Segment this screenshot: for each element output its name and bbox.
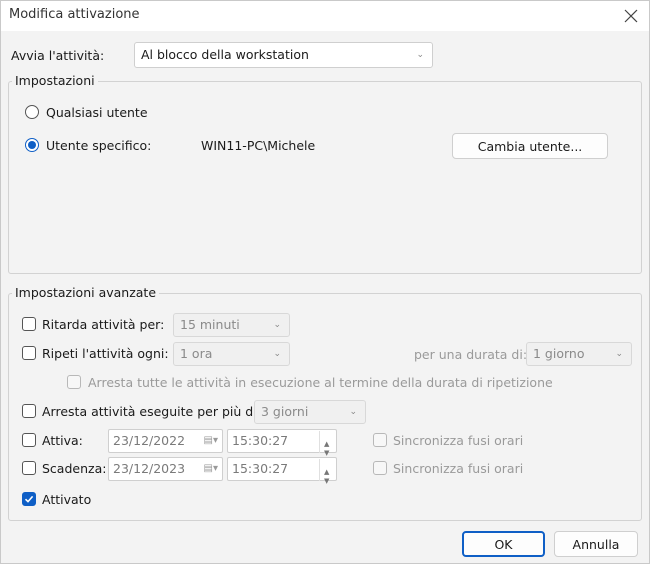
activate-sync-timezone-checkbox[interactable]	[373, 433, 387, 447]
stop-longer-select-value: 3 giorni	[261, 404, 309, 419]
repeat-checkbox[interactable]	[22, 346, 36, 360]
enabled-checkbox[interactable]	[22, 492, 36, 506]
activate-label: Attiva:	[42, 433, 83, 448]
expire-sync-timezone-checkbox[interactable]	[373, 461, 387, 475]
stop-longer-label: Arresta attività eseguite per più di:	[42, 404, 261, 419]
spin-down-icon: ▼	[324, 477, 330, 485]
delay-select-value: 15 minuti	[180, 317, 240, 332]
trigger-select-value: Al blocco della workstation	[141, 47, 309, 62]
activate-date-value: 23/12/2022	[113, 433, 186, 448]
stop-longer-checkbox[interactable]	[22, 404, 36, 418]
close-icon	[624, 9, 638, 23]
expire-sync-timezone-label: Sincronizza fusi orari	[393, 461, 524, 476]
chevron-down-icon: ⌄	[273, 349, 281, 359]
change-user-button[interactable]: Cambia utente...	[452, 133, 608, 159]
stop-all-label: Arresta tutte le attività in esecuzione …	[88, 375, 553, 390]
activate-time-value: 15:30:27	[232, 433, 289, 448]
repeat-label: Ripeti l'attività ogni:	[42, 346, 169, 361]
calendar-icon: ▤▾	[203, 463, 218, 474]
chevron-down-icon: ⌄	[349, 407, 357, 417]
chevron-down-icon: ⌄	[273, 320, 281, 330]
repeat-select[interactable]: 1 ora ⌄	[173, 342, 290, 366]
time-spinner[interactable]: ▲ ▼	[319, 431, 335, 457]
any-user-radio[interactable]	[25, 105, 39, 119]
activate-date-picker[interactable]: 23/12/2022 ▤▾	[108, 429, 223, 453]
chevron-down-icon: ⌄	[416, 50, 424, 60]
expire-date-value: 23/12/2023	[113, 461, 186, 476]
title-bar: Modifica attivazione	[1, 1, 649, 31]
time-spinner[interactable]: ▲ ▼	[319, 459, 335, 485]
activate-sync-timezone-label: Sincronizza fusi orari	[393, 433, 524, 448]
expire-time-field[interactable]: 15:30:27 ▲ ▼	[227, 457, 337, 485]
any-user-label: Qualsiasi utente	[46, 105, 148, 120]
delay-checkbox[interactable]	[22, 317, 36, 331]
chevron-down-icon: ⌄	[615, 349, 623, 359]
trigger-select[interactable]: Al blocco della workstation ⌄	[134, 42, 433, 68]
delay-label: Ritarda attività per:	[42, 317, 165, 332]
specific-user-radio[interactable]	[25, 138, 39, 152]
specific-user-label: Utente specifico:	[46, 138, 152, 153]
expire-checkbox[interactable]	[22, 461, 36, 475]
repeat-duration-label: per una durata di:	[414, 347, 528, 362]
ok-button[interactable]: OK	[462, 531, 545, 557]
repeat-duration-select[interactable]: 1 giorno ⌄	[526, 342, 632, 366]
activate-time-field[interactable]: 15:30:27 ▲ ▼	[227, 429, 337, 457]
stop-all-checkbox[interactable]	[67, 375, 81, 389]
advanced-settings-legend: Impostazioni avanzate	[12, 285, 160, 300]
enabled-label: Attivato	[42, 492, 92, 507]
repeat-duration-value: 1 giorno	[533, 346, 585, 361]
checkmark-icon	[24, 495, 34, 503]
window-title: Modifica attivazione	[9, 7, 140, 22]
expire-label: Scadenza:	[42, 461, 107, 476]
activate-checkbox[interactable]	[22, 433, 36, 447]
calendar-icon: ▤▾	[203, 435, 218, 446]
trigger-label: Avvia l'attività:	[11, 48, 105, 63]
cancel-button[interactable]: Annulla	[554, 531, 638, 557]
specific-user-value: WIN11-PC\Michele	[201, 138, 316, 153]
expire-date-picker[interactable]: 23/12/2023 ▤▾	[108, 457, 223, 481]
expire-time-value: 15:30:27	[232, 461, 289, 476]
edit-trigger-dialog: Modifica attivazione Avvia l'attività: A…	[0, 0, 650, 564]
delay-select[interactable]: 15 minuti ⌄	[173, 313, 290, 337]
repeat-select-value: 1 ora	[180, 346, 213, 361]
close-button[interactable]	[621, 6, 641, 26]
settings-legend: Impostazioni	[12, 73, 98, 88]
stop-longer-select[interactable]: 3 giorni ⌄	[254, 400, 366, 424]
